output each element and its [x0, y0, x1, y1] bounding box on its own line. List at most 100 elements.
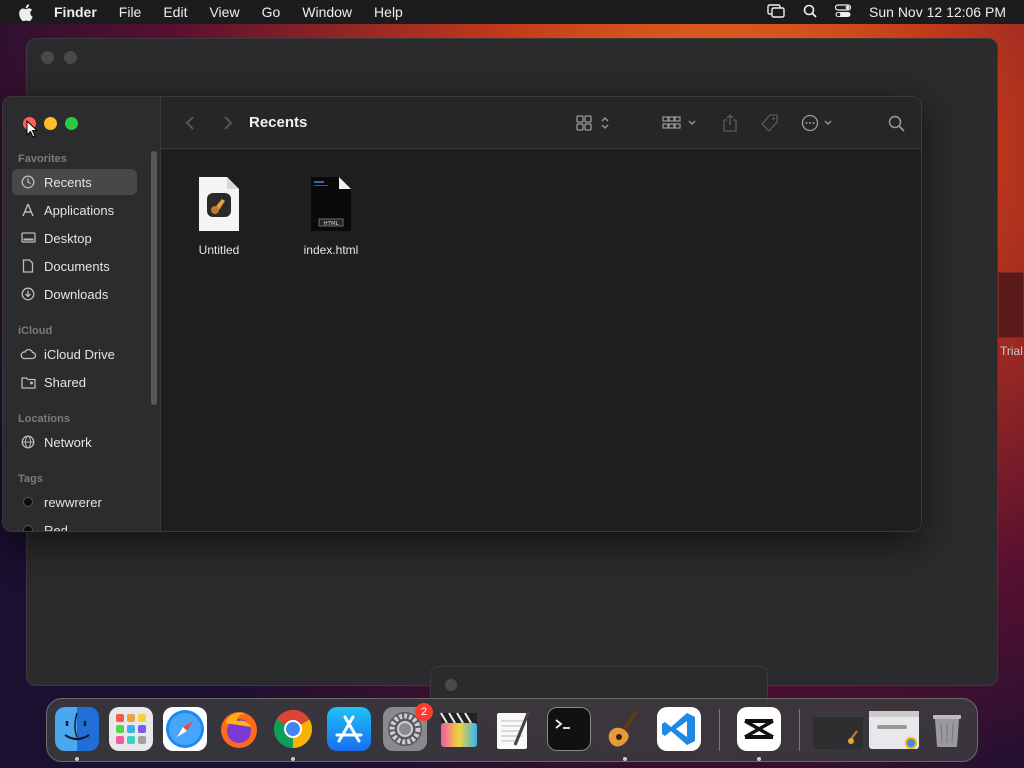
dock-terminal-icon[interactable]: [547, 707, 591, 751]
dock-chrome-icon[interactable]: [271, 707, 315, 751]
mouse-cursor-icon: [26, 119, 39, 143]
trial-label: Trial: [1000, 344, 1023, 358]
inactive-close-icon[interactable]: [41, 51, 54, 64]
screen-mirroring-icon[interactable]: [767, 3, 785, 21]
shared-folder-icon: [20, 374, 36, 390]
back-button[interactable]: [181, 111, 199, 135]
chevron-left-icon: [185, 116, 194, 130]
dock-separator: [719, 709, 720, 751]
file-name: Untitled: [198, 243, 240, 257]
svg-text:HTML: HTML: [323, 221, 339, 227]
menu-window[interactable]: Window: [302, 4, 352, 20]
search-button[interactable]: [885, 111, 907, 135]
action-menu-button[interactable]: [801, 111, 837, 135]
sidebar-item-label: Downloads: [44, 286, 109, 302]
forward-button[interactable]: [219, 111, 237, 135]
dock-app-store-icon[interactable]: [327, 707, 371, 751]
sidebar-item-label: rewwrerer: [44, 494, 102, 510]
garageband-document-icon: [197, 175, 241, 233]
view-mode-button[interactable]: [575, 111, 615, 135]
share-button[interactable]: [719, 111, 741, 135]
share-icon: [723, 114, 737, 132]
icloud-section-label: iCloud: [18, 325, 53, 337]
window-control-dot: [445, 679, 457, 691]
sidebar-item-label: Recents: [44, 174, 92, 190]
tag-color-dot: [23, 497, 33, 507]
sidebar-item-label: Applications: [44, 202, 115, 218]
spotlight-search-icon[interactable]: [803, 4, 817, 21]
dock-vscode-icon[interactable]: [657, 707, 701, 751]
running-indicator: [291, 757, 295, 761]
tag-color-dot: [23, 525, 33, 531]
sidebar-item-label: Documents: [44, 258, 110, 274]
minimize-button[interactable]: [44, 117, 57, 130]
dock-textedit-icon[interactable]: [491, 707, 535, 751]
menu-go[interactable]: Go: [262, 4, 281, 20]
sidebar-item-recents[interactable]: Recents: [12, 169, 137, 195]
sidebar-item-shared[interactable]: Shared: [12, 369, 137, 395]
more-options-icon: [801, 114, 832, 132]
tag-icon: [761, 114, 778, 132]
menu-file[interactable]: File: [119, 4, 142, 20]
finder-toolbar: Recents: [161, 97, 921, 149]
menu-view[interactable]: View: [209, 4, 239, 20]
network-icon: [20, 434, 36, 450]
sidebar-item-icloud-drive[interactable]: iCloud Drive: [12, 341, 137, 367]
sidebar-item-label: iCloud Drive: [44, 346, 115, 362]
applications-icon: [20, 202, 36, 218]
dock-finder-icon[interactable]: [55, 707, 99, 751]
favorites-section-label: Favorites: [18, 153, 67, 165]
dock-separator: [799, 709, 800, 751]
sidebar-item-network[interactable]: Network: [12, 429, 137, 455]
cloud-icon: [20, 346, 36, 362]
sidebar-tag-red[interactable]: Red: [12, 517, 137, 531]
group-icon: [662, 116, 696, 129]
chevron-right-icon: [224, 116, 233, 130]
menu-help[interactable]: Help: [374, 4, 403, 20]
sidebar-item-documents[interactable]: Documents: [12, 253, 137, 279]
control-center-icon[interactable]: [834, 3, 852, 21]
finder-sidebar: Favorites Recents Applications Desktop D…: [3, 97, 161, 531]
dock-trash-icon[interactable]: [925, 707, 969, 751]
window-title: Recents: [249, 114, 308, 131]
locations-section-label: Locations: [18, 413, 70, 425]
dock-final-cut-icon[interactable]: [437, 707, 481, 751]
menu-app-name[interactable]: Finder: [54, 4, 97, 20]
inactive-minimize-icon[interactable]: [64, 51, 77, 64]
dock-capcut-icon[interactable]: [737, 707, 781, 751]
offscreen-window-edge: [998, 272, 1024, 338]
download-icon: [20, 286, 36, 302]
document-icon: [20, 258, 36, 274]
dock-safari-icon[interactable]: [163, 707, 207, 751]
dock-firefox-icon[interactable]: [217, 707, 261, 751]
running-indicator: [757, 757, 761, 761]
sidebar-scrollbar[interactable]: [151, 151, 157, 405]
menu-edit[interactable]: Edit: [163, 4, 187, 20]
dock-garageband-icon[interactable]: [601, 707, 645, 751]
file-item-untitled[interactable]: Untitled: [169, 175, 269, 257]
file-name: index.html: [303, 243, 359, 257]
apple-menu-icon[interactable]: [18, 3, 36, 21]
dock-minimized-finder-window[interactable]: [813, 711, 863, 749]
desktop-icon: [20, 230, 36, 246]
sidebar-item-downloads[interactable]: Downloads: [12, 281, 137, 307]
notification-badge: 2: [415, 703, 433, 721]
zoom-button[interactable]: [65, 117, 78, 130]
search-icon: [888, 115, 905, 132]
sidebar-item-desktop[interactable]: Desktop: [12, 225, 137, 251]
menu-bar: Finder File Edit View Go Window Help Sun…: [0, 0, 1024, 24]
file-browser-area[interactable]: Untitled HTML index.html: [161, 149, 921, 531]
html-document-icon: HTML: [309, 175, 353, 233]
menu-clock[interactable]: Sun Nov 12 12:06 PM: [869, 4, 1006, 20]
sidebar-item-applications[interactable]: Applications: [12, 197, 137, 223]
sidebar-tag-rewwrerer[interactable]: rewwrerer: [12, 489, 137, 515]
clock-icon: [20, 174, 36, 190]
running-indicator: [75, 757, 79, 761]
dock: 2: [46, 698, 978, 762]
file-item-index-html[interactable]: HTML index.html: [281, 175, 381, 257]
background-window-controls: [41, 51, 77, 64]
group-by-button[interactable]: [661, 111, 701, 135]
dock-minimized-chrome-window[interactable]: [869, 711, 919, 749]
tags-button[interactable]: [758, 111, 782, 135]
dock-launchpad-icon[interactable]: [109, 707, 153, 751]
